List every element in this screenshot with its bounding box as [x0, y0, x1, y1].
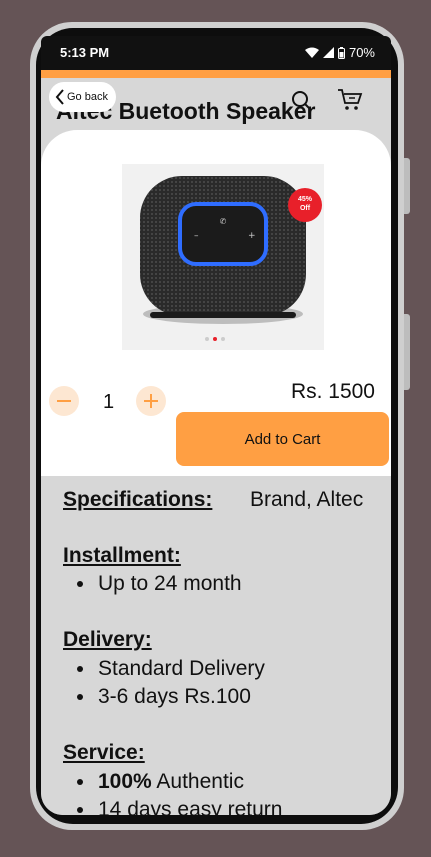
- specifications-heading: Specifications:: [63, 488, 213, 511]
- add-to-cart-button[interactable]: Add to Cart: [176, 412, 389, 466]
- volume-button: [404, 314, 410, 390]
- carousel-dot[interactable]: [205, 337, 209, 341]
- chevron-left-icon: [55, 89, 64, 105]
- status-bar: 5:13 PM 70%: [41, 36, 391, 70]
- delivery-heading: Delivery:: [63, 628, 152, 651]
- image-carousel-dots: [205, 337, 225, 341]
- product-card: ✆ – + 45% Off 1 Rs. 1500 Add to Cart: [41, 130, 391, 476]
- battery-icon: [337, 46, 345, 59]
- service-item-text: Authentic: [151, 770, 244, 793]
- specifications-value: Brand, Altec: [250, 488, 364, 511]
- power-button: [404, 158, 410, 214]
- discount-percent: 45%: [297, 196, 312, 203]
- discount-off: Off: [299, 205, 311, 212]
- service-item-bold: 100%: [98, 770, 152, 793]
- service-item: 14 days easy return: [77, 798, 282, 815]
- battery-level: 70%: [348, 45, 375, 60]
- signal-icon: [322, 47, 334, 58]
- search-icon[interactable]: [291, 90, 313, 112]
- status-icons: 70%: [304, 45, 375, 60]
- product-details: Specifications: Brand, Altec Installment…: [41, 476, 391, 815]
- service-heading: Service:: [63, 741, 145, 764]
- accent-bar: [41, 70, 391, 78]
- cart-icon[interactable]: [337, 88, 363, 112]
- svg-text:+: +: [248, 231, 256, 241]
- carousel-dot-active[interactable]: [213, 337, 217, 341]
- product-price: Rs. 1500: [290, 380, 375, 403]
- back-button[interactable]: Go back: [49, 82, 116, 112]
- quantity-value: 1: [103, 391, 115, 413]
- wifi-icon: [304, 47, 319, 58]
- delivery-item: 3-6 days Rs.100: [77, 685, 251, 709]
- app-screen: 5:13 PM 70% Altec Buetooth Speaker Go ba…: [41, 36, 391, 815]
- back-button-label: Go back: [67, 91, 108, 103]
- installment-heading: Installment:: [63, 544, 181, 567]
- svg-text:✆: ✆: [220, 217, 227, 226]
- increase-quantity-button[interactable]: [136, 386, 166, 416]
- svg-text:–: –: [194, 231, 199, 241]
- service-item-text: 14 days easy return: [98, 798, 283, 815]
- discount-badge: 45% Off: [288, 188, 322, 222]
- decrease-quantity-button[interactable]: [49, 386, 79, 416]
- delivery-item: Standard Delivery: [77, 657, 265, 681]
- carousel-dot[interactable]: [221, 337, 225, 341]
- service-item: 100% Authentic: [77, 770, 244, 794]
- installment-item: Up to 24 month: [77, 572, 242, 596]
- minus-icon: [57, 400, 71, 402]
- plus-icon: [144, 394, 158, 408]
- status-time: 5:13 PM: [60, 45, 110, 60]
